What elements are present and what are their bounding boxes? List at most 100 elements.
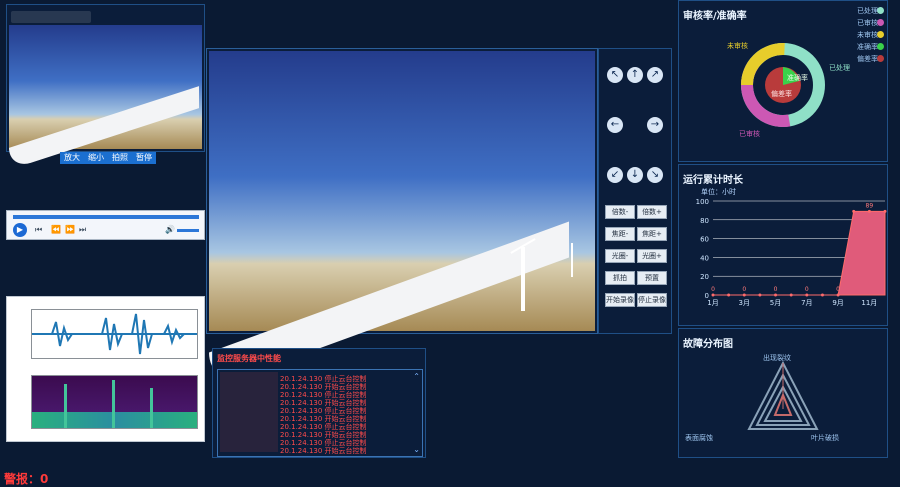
stop-record-button[interactable]: 停止录像 xyxy=(637,293,667,307)
runtime-value-label: 0 xyxy=(836,286,840,293)
alarm-value: 0 xyxy=(40,472,49,486)
up-left-arrow-icon[interactable]: ↖ xyxy=(607,67,623,83)
small-video-buttons: 放大 缩小 拍照 暂停 xyxy=(60,152,220,168)
y-tick-label: 40 xyxy=(700,254,709,262)
next-icon[interactable]: ⏭ xyxy=(79,225,86,235)
log-blur xyxy=(220,372,278,452)
runtime-point xyxy=(774,293,778,297)
down-right-arrow-icon[interactable]: ↘ xyxy=(647,167,663,183)
main-video-feed[interactable] xyxy=(209,51,595,389)
log-title: 监控服务器中性能 xyxy=(217,354,281,363)
runtime-point xyxy=(711,293,715,297)
focus-plus-button[interactable]: 焦距+ xyxy=(637,227,667,241)
legend-reviewed: 已审核 xyxy=(857,19,878,27)
runtime-value-label: 0 xyxy=(742,286,746,293)
donut-label-reviewed: 已审核 xyxy=(739,130,760,138)
waveform-svg xyxy=(32,313,197,355)
legend-dot xyxy=(877,31,884,38)
video-title-blur xyxy=(11,11,91,23)
runtime-point xyxy=(883,209,887,213)
runtime-point xyxy=(852,209,856,213)
down-arrow-icon[interactable]: ↓ xyxy=(627,167,643,183)
down-left-arrow-icon[interactable]: ↙ xyxy=(607,167,623,183)
zoom-out-button[interactable]: 缩小 xyxy=(84,152,108,164)
legend-deviation: 偏差率 xyxy=(857,55,878,63)
start-record-button[interactable]: 开始录像 xyxy=(605,293,635,307)
legend-unreviewed: 未审核 xyxy=(857,31,878,39)
audit-panel: 审核率/准确率 已处理 已审核 未审核 准确率 偏差率 未审核 已处理 已审核 … xyxy=(678,0,888,162)
runtime-point xyxy=(820,293,824,297)
y-tick-label: 60 xyxy=(700,236,709,244)
seek-bar[interactable] xyxy=(13,215,199,219)
prev-icon[interactable]: ⏮ xyxy=(35,225,42,235)
donut-label-processed: 已处理 xyxy=(829,64,850,72)
waveform-panel xyxy=(6,296,205,442)
runtime-value-label: 0 xyxy=(711,286,715,293)
runtime-chart: 0204060801001月 3月 5月 7月 9月 11月0 0 0 0 089 xyxy=(696,198,887,307)
log-box: 20.1.24.130 停止云台控制 20.1.24.130 开始云台控制 20… xyxy=(217,369,423,457)
runtime-point xyxy=(742,293,746,297)
ptz-control-panel: ↖ ↑ ↗ ← → ↙ ↓ ↘ 倍数- 倍数+ 焦距- 焦距+ 光圈- 光圈+ … xyxy=(598,48,672,334)
waveform-plot xyxy=(31,309,198,359)
runtime-panel: 运行累计时长 单位：小时 0 20 40 60 80 100 1月 3月 5月 7月 9月 11月 0 0… xyxy=(678,164,888,326)
runtime-point xyxy=(836,293,840,297)
volume-slider[interactable] xyxy=(177,229,199,232)
rewind-icon[interactable]: ⏪ xyxy=(51,225,61,234)
focus-minus-button[interactable]: 焦距- xyxy=(605,227,635,241)
runtime-value-label: 0 xyxy=(774,286,778,293)
donut-label-deviation: 偏差率 xyxy=(771,90,792,98)
runtime-point xyxy=(727,293,731,297)
media-player-panel: ▶ ⏮ ⏪ ⏩ ⏭ 🔊 xyxy=(6,210,205,240)
runtime-area xyxy=(713,210,886,296)
donut-label-unreviewed: 未审核 xyxy=(727,42,748,50)
y-tick-label: 80 xyxy=(700,217,709,225)
up-arrow-icon[interactable]: ↑ xyxy=(627,67,643,83)
fault-panel: 故障分布图 出现裂纹 表面腐蚀 叶片破损 xyxy=(678,328,888,458)
scroll-down-icon[interactable]: ⌄ xyxy=(413,445,420,454)
legend-accuracy: 准确率 xyxy=(857,43,878,51)
volume-icon[interactable]: 🔊 xyxy=(165,225,175,234)
y-tick-label: 100 xyxy=(696,198,709,206)
alarm-label: 警报： xyxy=(4,472,41,486)
legend-dot xyxy=(877,7,884,14)
left-arrow-icon[interactable]: ← xyxy=(607,117,623,133)
x-tick-label: 3月 xyxy=(739,299,750,307)
capture-button[interactable]: 抓拍 xyxy=(605,271,635,285)
legend-dot xyxy=(877,55,884,62)
runtime-point xyxy=(789,293,793,297)
legend-dot xyxy=(877,43,884,50)
preset-button[interactable]: 预置 xyxy=(637,271,667,285)
turbine-small-icon xyxy=(571,243,573,277)
play-button[interactable]: ▶ xyxy=(13,223,27,237)
x-tick-label: 1月 xyxy=(707,299,718,307)
x-tick-label: 7月 xyxy=(801,299,812,307)
zoom-in-button[interactable]: 放大 xyxy=(60,152,84,164)
right-arrow-icon[interactable]: → xyxy=(647,117,663,133)
legend-dot xyxy=(877,19,884,26)
donut-label-accuracy: 准确率 xyxy=(787,74,808,82)
snapshot-button[interactable]: 拍照 xyxy=(108,152,132,164)
iris-minus-button[interactable]: 光圈- xyxy=(605,249,635,263)
main-video-panel xyxy=(206,48,598,389)
pause-button[interactable]: 暂停 xyxy=(132,152,156,164)
legend-processed: 已处理 xyxy=(857,7,878,15)
turbine-icon xyxy=(521,247,525,311)
runtime-point xyxy=(758,293,762,297)
zoom-minus-button[interactable]: 倍数- xyxy=(605,205,635,219)
small-video-feed[interactable] xyxy=(9,25,202,170)
zoom-plus-button[interactable]: 倍数+ xyxy=(637,205,667,219)
runtime-value-label: 89 xyxy=(866,202,874,209)
spectrogram-spike-3 xyxy=(150,388,153,428)
scroll-up-icon[interactable]: ⌃ xyxy=(413,372,420,381)
runtime-point xyxy=(805,293,809,297)
iris-plus-button[interactable]: 光圈+ xyxy=(637,249,667,263)
up-right-arrow-icon[interactable]: ↗ xyxy=(647,67,663,83)
fault-radar xyxy=(747,360,819,430)
alarm-status: 警报：0 xyxy=(4,470,48,487)
log-line: 20.1.24.130 开始云台控制 xyxy=(280,447,367,455)
spectrogram-plot xyxy=(31,375,198,429)
log-panel: 监控服务器中性能 20.1.24.130 停止云台控制 20.1.24.130 … xyxy=(212,348,426,458)
forward-icon[interactable]: ⏩ xyxy=(65,225,75,234)
y-tick-label: 20 xyxy=(700,273,709,281)
spectrogram-spike-2 xyxy=(112,380,115,428)
